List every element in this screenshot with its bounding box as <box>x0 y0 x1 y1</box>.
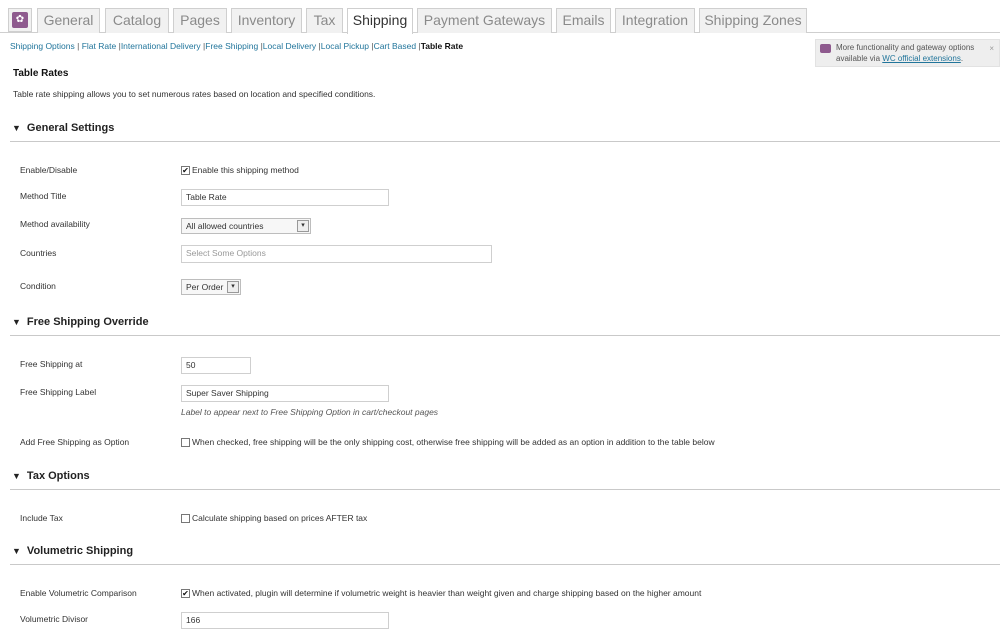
free-shipping-at-input[interactable]: 50 <box>181 357 251 374</box>
countries-multiselect[interactable]: Select Some Options <box>181 245 492 263</box>
free-shipping-at-label: Free Shipping at <box>20 359 83 369</box>
subnav-shipping-options[interactable]: Shipping Options <box>10 41 75 51</box>
condition-select[interactable]: Per Order ▾ <box>181 279 241 295</box>
tab-shipping-zones[interactable]: Shipping Zones <box>699 8 807 33</box>
free-shipping-label-input[interactable]: Super Saver Shipping <box>181 385 389 402</box>
tab-payment-gateways[interactable]: Payment Gateways <box>417 8 552 33</box>
section-divider <box>10 141 1000 142</box>
section-free-shipping-heading[interactable]: ▼ Free Shipping Override <box>12 316 149 328</box>
volumetric-comparison-checkbox[interactable]: ✔ <box>181 588 190 598</box>
subnav-flat-rate[interactable]: Flat Rate <box>82 41 117 51</box>
woocommerce-logo-tab[interactable]: ✿ <box>8 8 32 32</box>
method-title-input[interactable]: Table Rate <box>181 189 389 206</box>
notice-woo-icon <box>820 44 831 53</box>
tab-emails[interactable]: Emails <box>556 8 611 33</box>
enable-method-checkbox[interactable]: ✔ <box>181 165 190 175</box>
collapse-triangle-icon: ▼ <box>12 317 21 327</box>
section-tax-options-heading[interactable]: ▼ Tax Options <box>12 470 90 482</box>
volumetric-divisor-label: Volumetric Divisor <box>20 614 89 624</box>
method-availability-label: Method availability <box>20 219 90 229</box>
section-title: Free Shipping Override <box>26 316 149 328</box>
method-title-label: Method Title <box>20 191 67 201</box>
chevron-down-icon: ▾ <box>227 281 239 293</box>
include-tax-label: Include Tax <box>20 513 63 523</box>
woocommerce-logo-icon: ✿ <box>12 12 28 28</box>
method-availability-select[interactable]: All allowed countries ▾ <box>181 218 311 234</box>
page-description: Table rate shipping allows you to set nu… <box>13 89 376 99</box>
include-tax-checkbox-row[interactable]: Calculate shipping based on prices AFTER… <box>181 513 367 523</box>
section-divider <box>10 335 1000 336</box>
add-free-shipping-checkbox-row[interactable]: When checked, free shipping will be the … <box>181 437 715 447</box>
subnav-local-delivery[interactable]: Local Delivery <box>263 41 316 51</box>
volumetric-comparison-text: When activated, plugin will determine if… <box>192 588 702 598</box>
enable-disable-label: Enable/Disable <box>20 165 78 175</box>
collapse-triangle-icon: ▼ <box>12 546 21 556</box>
tab-inventory[interactable]: Inventory <box>231 8 302 33</box>
collapse-triangle-icon: ▼ <box>12 123 21 133</box>
extensions-notice: More functionality and gateway options a… <box>815 39 1000 67</box>
section-title: General Settings <box>26 122 115 134</box>
section-title: Volumetric Shipping <box>26 545 134 557</box>
free-shipping-label-label: Free Shipping Label <box>20 387 97 397</box>
add-free-shipping-label: Add Free Shipping as Option <box>20 437 130 447</box>
collapse-triangle-icon: ▼ <box>12 471 21 481</box>
tab-tax[interactable]: Tax <box>306 8 343 33</box>
add-free-shipping-checkbox[interactable] <box>181 437 190 447</box>
condition-value: Per Order <box>186 282 224 292</box>
tab-shipping[interactable]: Shipping <box>347 8 413 34</box>
condition-label: Condition <box>20 281 56 291</box>
method-availability-value: All allowed countries <box>186 221 264 231</box>
volumetric-divisor-input[interactable]: 166 <box>181 612 389 629</box>
include-tax-checkbox[interactable] <box>181 513 190 523</box>
notice-close-icon[interactable]: × <box>989 43 994 54</box>
section-volumetric-heading[interactable]: ▼ Volumetric Shipping <box>12 545 133 557</box>
page-title: Table Rates <box>13 68 69 79</box>
tab-catalog[interactable]: Catalog <box>105 8 169 33</box>
section-general-settings-heading[interactable]: ▼ General Settings <box>12 122 114 134</box>
subnav-international-delivery[interactable]: International Delivery <box>121 41 201 51</box>
include-tax-text: Calculate shipping based on prices AFTER… <box>192 513 368 523</box>
tab-pages[interactable]: Pages <box>173 8 227 33</box>
section-title: Tax Options <box>26 470 90 482</box>
countries-label: Countries <box>20 248 57 258</box>
add-free-shipping-text: When checked, free shipping will be the … <box>192 437 715 447</box>
section-divider <box>10 489 1000 490</box>
shipping-subnav: Shipping Options | Flat Rate |Internatio… <box>10 41 463 51</box>
subnav-separator: | <box>77 41 80 51</box>
volumetric-comparison-label: Enable Volumetric Comparison <box>20 588 137 598</box>
tab-general[interactable]: General <box>37 8 100 33</box>
volumetric-comparison-checkbox-row[interactable]: ✔ When activated, plugin will determine … <box>181 588 701 598</box>
enable-method-checkbox-row[interactable]: ✔ Enable this shipping method <box>181 165 299 175</box>
subnav-cart-based[interactable]: Cart Based <box>374 41 417 51</box>
subnav-table-rate-current: Table Rate <box>420 41 464 51</box>
free-shipping-label-help: Label to appear next to Free Shipping Op… <box>181 407 439 417</box>
notice-extensions-link[interactable]: WC official extensions <box>882 54 961 63</box>
section-divider <box>10 564 1000 565</box>
subnav-free-shipping[interactable]: Free Shipping <box>205 41 258 51</box>
notice-suffix: . <box>960 54 964 63</box>
tab-integration[interactable]: Integration <box>615 8 695 33</box>
subnav-local-pickup[interactable]: Local Pickup <box>321 41 369 51</box>
chevron-down-icon: ▾ <box>297 220 309 232</box>
enable-method-text: Enable this shipping method <box>192 165 299 175</box>
